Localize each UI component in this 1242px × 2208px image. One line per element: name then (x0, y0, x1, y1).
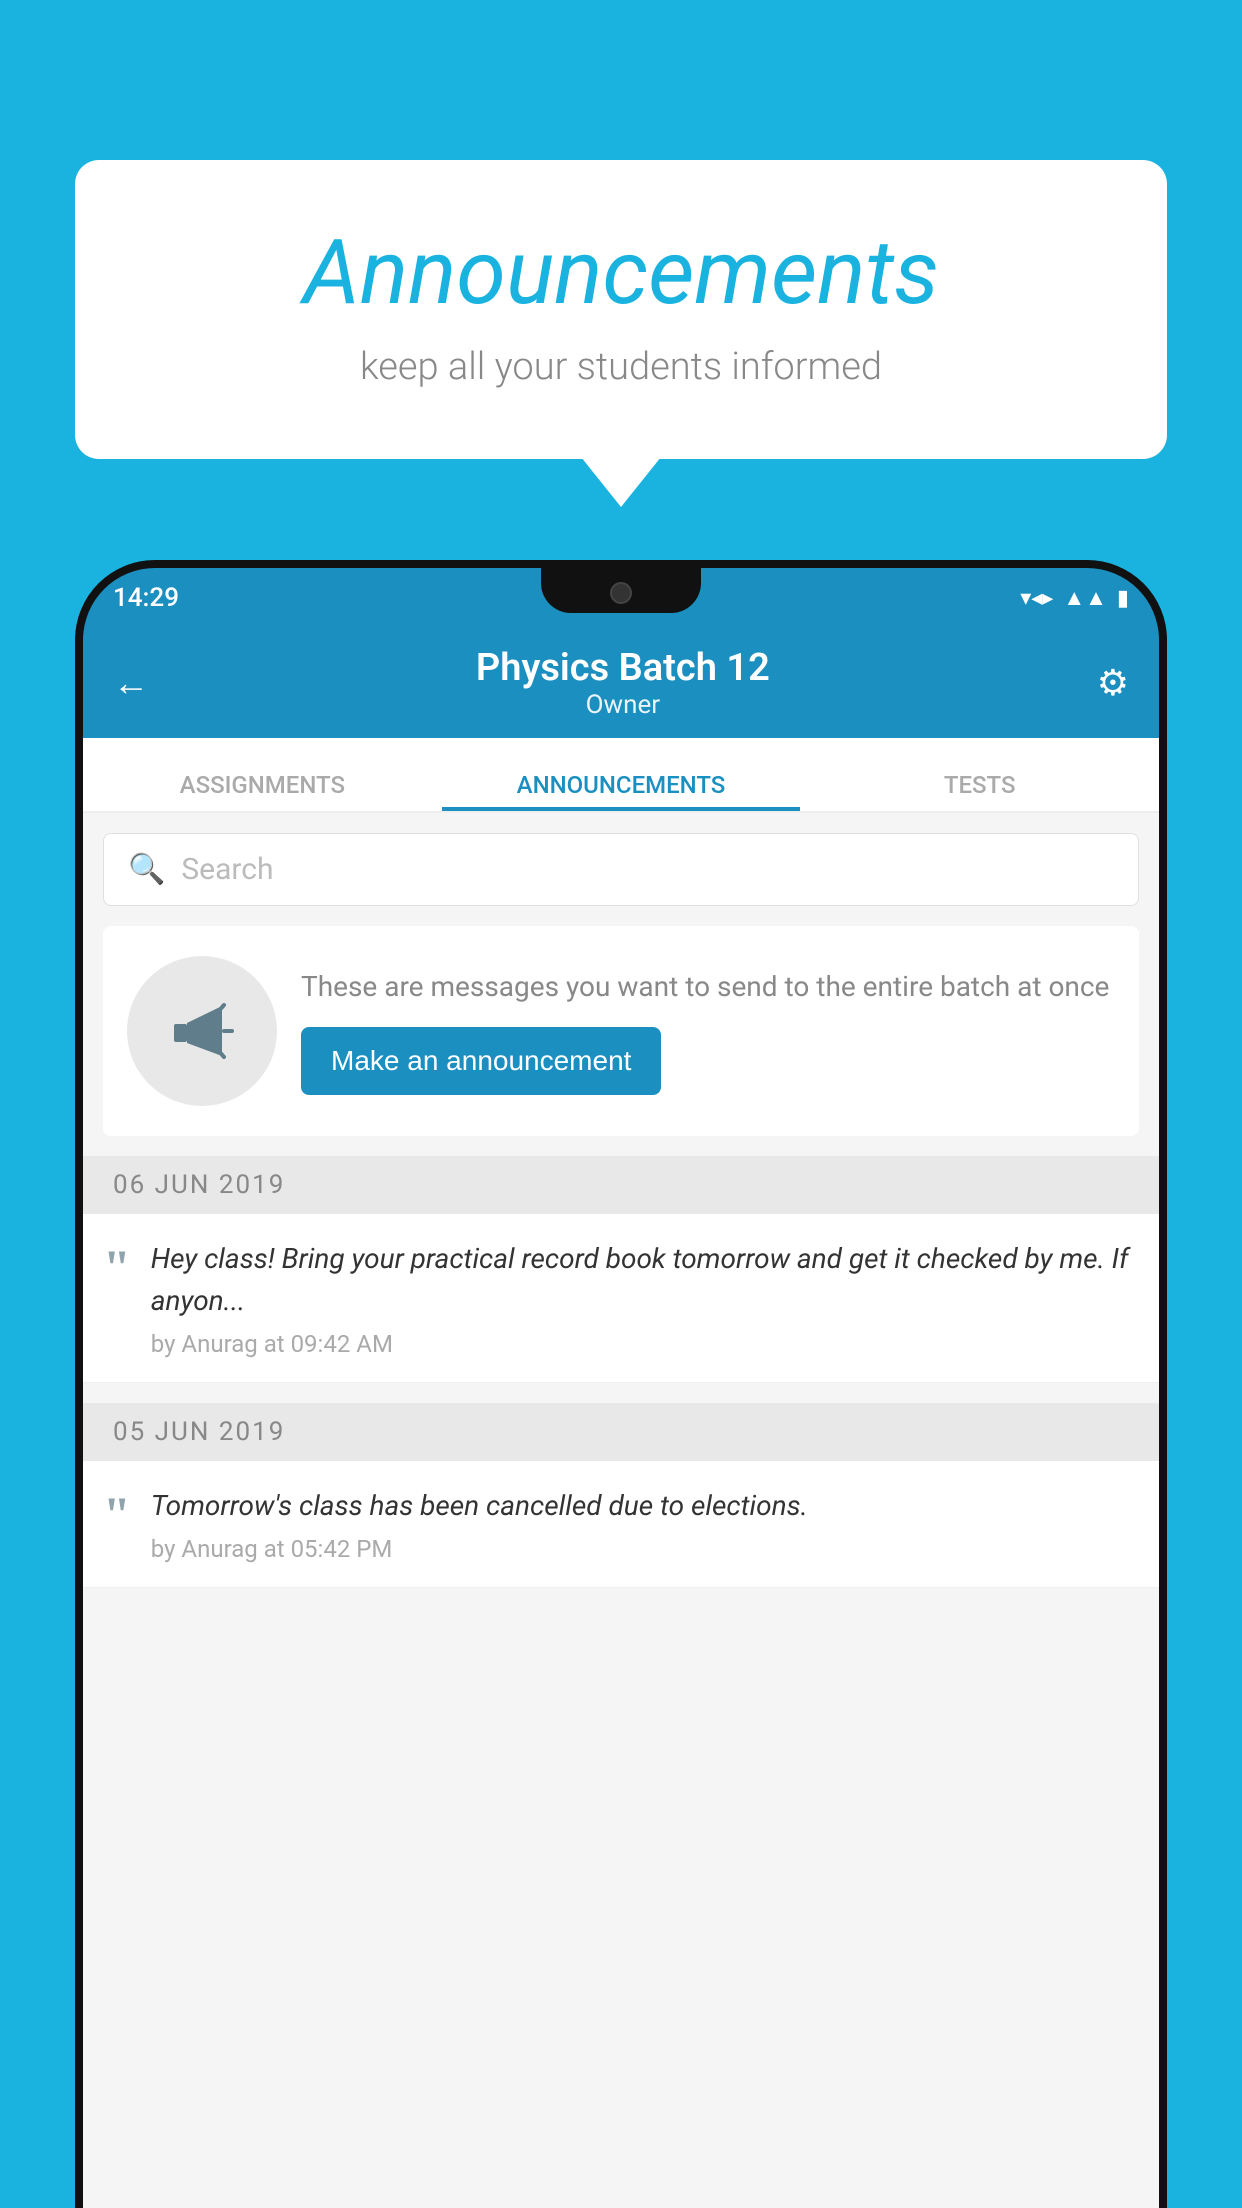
date-separator-2: 05 JUN 2019 (83, 1403, 1159, 1461)
announcement-meta-1: by Anurag at 09:42 AM (151, 1330, 1135, 1358)
make-announcement-button[interactable]: Make an announcement (301, 1027, 661, 1095)
speech-bubble: Announcements keep all your students inf… (75, 160, 1167, 459)
speech-bubble-title: Announcements (125, 220, 1117, 325)
announcement-text-2: Tomorrow's class has been cancelled due … (151, 1485, 1135, 1527)
settings-icon[interactable]: ⚙ (1097, 662, 1129, 704)
battery-icon: ▮ (1117, 586, 1129, 611)
phone-inner: 14:29 ▾◂▸ ▲▲ ▮ ← Physics Batch 12 Owner … (83, 568, 1159, 2208)
status-time: 14:29 (113, 583, 179, 613)
tab-announcements[interactable]: ANNOUNCEMENTS (442, 771, 801, 811)
announcement-text-1: Hey class! Bring your practical record b… (151, 1238, 1135, 1322)
signal-icon: ▲▲ (1063, 585, 1107, 611)
announcement-item-2[interactable]: " Tomorrow's class has been cancelled du… (83, 1461, 1159, 1588)
megaphone-icon (162, 991, 242, 1071)
announcement-icon-circle (127, 956, 277, 1106)
announcement-message-1: Hey class! Bring your practical record b… (151, 1238, 1135, 1358)
announcement-message-2: Tomorrow's class has been cancelled due … (151, 1485, 1135, 1563)
app-bar-title: Physics Batch 12 (476, 646, 770, 690)
tab-bar: ASSIGNMENTS ANNOUNCEMENTS TESTS (83, 738, 1159, 813)
date-label-2: 05 JUN 2019 (113, 1417, 285, 1447)
app-bar-title-block: Physics Batch 12 Owner (476, 646, 770, 720)
search-bar[interactable]: 🔍 Search (103, 833, 1139, 906)
tab-tests[interactable]: TESTS (800, 771, 1159, 811)
wifi-icon: ▾◂▸ (1020, 586, 1053, 611)
quote-icon-1: " (103, 1242, 131, 1292)
date-separator-1: 06 JUN 2019 (83, 1156, 1159, 1214)
announcement-text-block: These are messages you want to send to t… (301, 967, 1115, 1094)
search-icon: 🔍 (128, 852, 165, 887)
announcement-prompt-card: These are messages you want to send to t… (103, 926, 1139, 1136)
announcement-meta-2: by Anurag at 05:42 PM (151, 1535, 1135, 1563)
quote-icon-2: " (103, 1489, 131, 1539)
search-placeholder: Search (181, 852, 273, 887)
notch-camera (610, 582, 632, 604)
content-area: 🔍 Search These are messages you (83, 813, 1159, 2208)
speech-bubble-subtitle: keep all your students informed (125, 345, 1117, 389)
status-icons: ▾◂▸ ▲▲ ▮ (1020, 585, 1129, 611)
back-button[interactable]: ← (113, 662, 149, 704)
announcement-description: These are messages you want to send to t… (301, 967, 1115, 1006)
phone-frame: 14:29 ▾◂▸ ▲▲ ▮ ← Physics Batch 12 Owner … (75, 560, 1167, 2208)
date-label-1: 06 JUN 2019 (113, 1170, 285, 1200)
app-bar-subtitle: Owner (476, 690, 770, 720)
app-bar: ← Physics Batch 12 Owner ⚙ (83, 628, 1159, 738)
announcement-item-1[interactable]: " Hey class! Bring your practical record… (83, 1214, 1159, 1383)
phone-notch (541, 568, 701, 613)
tab-assignments[interactable]: ASSIGNMENTS (83, 771, 442, 811)
